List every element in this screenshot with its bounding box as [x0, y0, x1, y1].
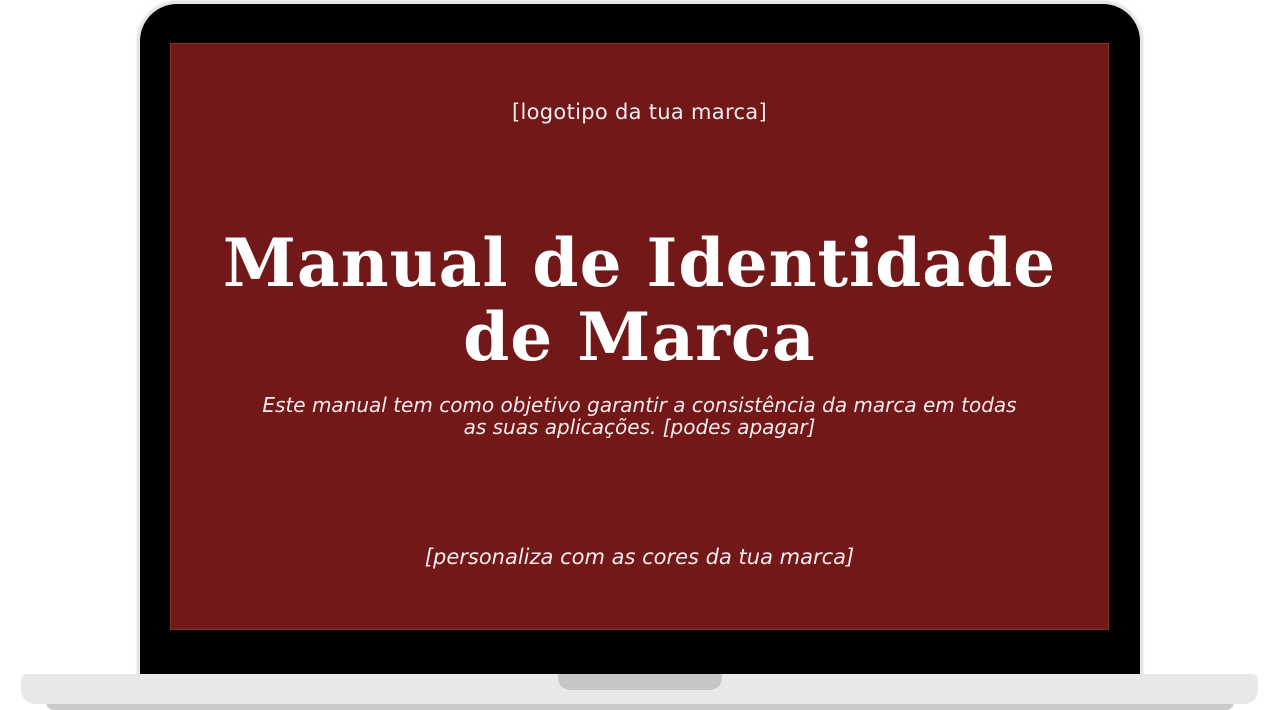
slide-subtitle-line-2: as suas aplicações. [podes apagar]: [463, 415, 816, 439]
slide-screen: [logotipo da tua marca] Manual de Identi…: [170, 43, 1109, 630]
slide-subtitle: Este manual tem como objetivo garantir a…: [211, 394, 1068, 438]
logo-placeholder: [logotipo da tua marca]: [512, 100, 767, 124]
slide-title: Manual de Identidade de Marca: [171, 226, 1108, 374]
slide-title-line-2: de Marca: [463, 298, 816, 376]
laptop-opening-notch: [558, 674, 722, 690]
slide-subtitle-line-1: Este manual tem como objetivo garantir a…: [262, 393, 1017, 417]
customize-colors-note: [personaliza com as cores da tua marca]: [424, 545, 855, 569]
laptop-mockup: [logotipo da tua marca] Manual de Identi…: [0, 0, 1280, 710]
slide-title-line-1: Manual de Identidade: [222, 224, 1057, 302]
